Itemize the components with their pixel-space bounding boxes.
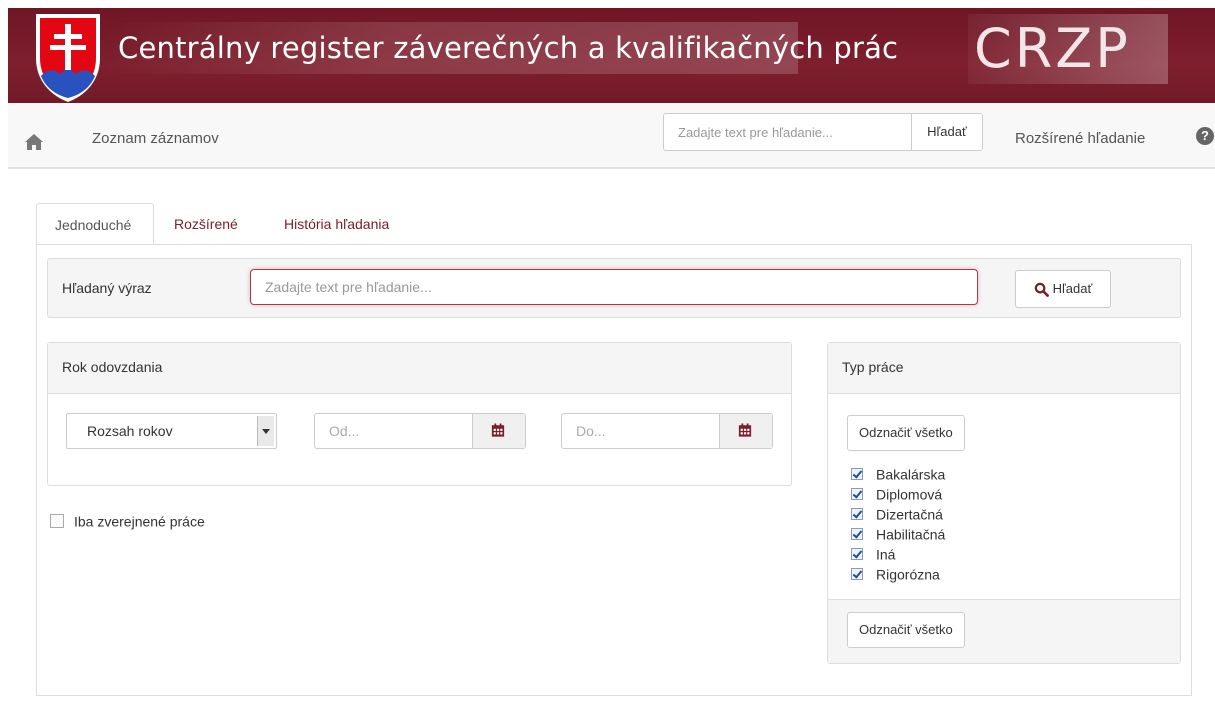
top-search-form: Hľadať [663, 113, 983, 151]
type-checkbox-list: Bakalárska Diplomová Dizertačná Habilita… [851, 463, 945, 583]
brand-logo-text: CRZP [968, 14, 1168, 84]
type-checkbox[interactable] [851, 488, 863, 501]
type-option-rigorozna[interactable]: Rigorózna [851, 563, 945, 583]
type-panel-title: Typ práce [828, 343, 1180, 394]
type-panel: Typ práce Odznačiť všetko Bakalárska Dip… [827, 342, 1181, 664]
search-button-label: Hľadať [1052, 281, 1093, 296]
type-checkbox[interactable] [851, 548, 863, 561]
chevron-down-icon [257, 416, 274, 446]
type-option-label: Bakalárska [876, 466, 946, 483]
tab-search-history[interactable]: História hľadania [266, 203, 407, 245]
type-option-diplomova[interactable]: Diplomová [851, 483, 945, 503]
calendar-button[interactable] [472, 414, 525, 448]
year-from-placeholder: Od... [329, 423, 360, 439]
search-icon [1034, 282, 1049, 297]
type-checkbox[interactable] [851, 568, 863, 581]
type-panel-footer: Odznačiť všetko [828, 599, 1180, 663]
type-option-habilitacna[interactable]: Habilitačná [851, 523, 945, 543]
tab-advanced[interactable]: Rozšírené [156, 203, 256, 245]
published-only-option: Iba zverejnené práce [50, 512, 205, 529]
search-term-input[interactable] [250, 269, 978, 305]
search-row: Hľadaný výraz Hľadať [47, 258, 1181, 318]
calendar-icon [738, 423, 752, 437]
records-list-link[interactable]: Zoznam záznamov [92, 130, 219, 147]
type-option-bakalarska[interactable]: Bakalárska [851, 463, 945, 483]
calendar-icon [491, 423, 505, 437]
header-banner: Centrálny register záverečných a kvalifi… [8, 8, 1215, 103]
type-option-label: Iná [876, 546, 896, 563]
top-search-button[interactable]: Hľadať [911, 114, 982, 150]
year-range-select[interactable]: Rozsah rokov [66, 413, 277, 449]
year-panel-title: Rok odovzdania [48, 343, 791, 394]
year-from-field[interactable]: Od... [314, 413, 526, 449]
coat-of-arms-logo [36, 14, 100, 102]
type-option-ina[interactable]: Iná [851, 543, 945, 563]
type-checkbox[interactable] [851, 468, 863, 481]
year-to-field[interactable]: Do... [561, 413, 773, 449]
tab-simple[interactable]: Jednoduché [36, 203, 154, 245]
advanced-search-link[interactable]: Rozšírené hľadanie [1015, 130, 1145, 147]
calendar-button[interactable] [719, 414, 772, 448]
published-only-label: Iba zverejnené práce [74, 513, 205, 530]
search-term-label: Hľadaný výraz [62, 280, 152, 296]
year-range-value: Rozsah rokov [87, 423, 173, 439]
type-option-label: Diplomová [876, 486, 943, 503]
type-checkbox[interactable] [851, 528, 863, 541]
type-option-label: Dizertačná [876, 506, 943, 523]
type-option-dizertacna[interactable]: Dizertačná [851, 503, 945, 523]
year-panel: Rok odovzdania Rozsah rokov Od... Do... [47, 342, 792, 486]
type-checkbox[interactable] [851, 508, 863, 521]
search-button[interactable]: Hľadať [1015, 270, 1111, 308]
top-navbar: Zoznam záznamov Hľadať Rozšírené hľadani… [8, 103, 1215, 169]
top-search-input[interactable] [664, 114, 911, 150]
deselect-all-button-top[interactable]: Odznačiť všetko [847, 415, 965, 451]
home-icon[interactable] [24, 133, 44, 151]
year-to-placeholder: Do... [576, 423, 606, 439]
deselect-all-button-bottom[interactable]: Odznačiť všetko [847, 612, 965, 648]
type-option-label: Habilitačná [876, 526, 946, 543]
published-only-checkbox[interactable] [50, 514, 64, 529]
question-circle-icon[interactable]: ? [1196, 127, 1214, 145]
site-title: Centrálny register záverečných a kvalifi… [104, 22, 898, 74]
type-option-label: Rigorózna [876, 566, 940, 583]
